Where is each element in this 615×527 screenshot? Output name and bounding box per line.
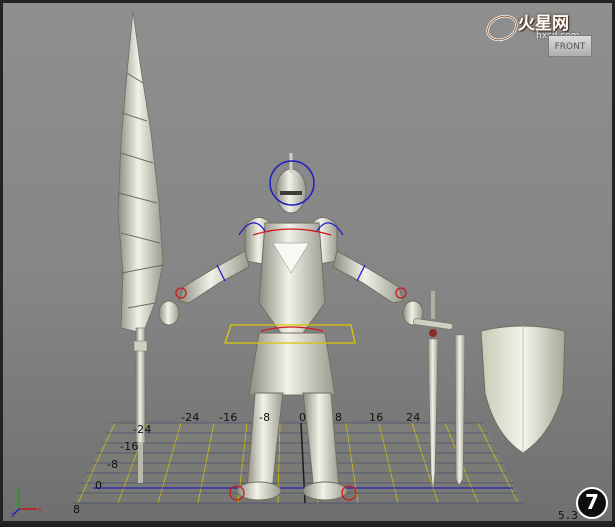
x-tick-label: 8 [335, 411, 343, 424]
y-tick-label: 8 [73, 503, 81, 516]
y-tick-label: -24 [133, 423, 152, 436]
svg-text:x: x [38, 506, 42, 513]
x-tick-label: -16 [219, 411, 238, 424]
scabbard-model[interactable] [454, 334, 466, 486]
viewcube-face-label[interactable]: FRONT [548, 35, 592, 57]
x-tick-label: -8 [259, 411, 271, 424]
viewcube-icon[interactable]: FRONT [548, 33, 592, 63]
scene-canvas[interactable] [3, 3, 615, 527]
axis-tripod-icon: y x z [11, 487, 42, 517]
y-tick-label: -8 [107, 458, 119, 471]
x-tick-label: 16 [369, 411, 384, 424]
coordinate-readout: 5.3 [558, 509, 578, 522]
shield-model[interactable] [480, 325, 566, 454]
3d-viewport[interactable]: -24 -16 -8 0 8 16 24 -24 -16 -8 0 8 火星网 … [0, 0, 615, 524]
x-tick-label: 0 [299, 411, 307, 424]
x-tick-label: -24 [181, 411, 200, 424]
svg-text:z: z [11, 512, 14, 517]
hxsd-logo-icon [486, 14, 518, 42]
lance-model[interactable] [117, 10, 164, 483]
step-number-badge: 7 [576, 487, 608, 519]
y-tick-label: -16 [120, 440, 139, 453]
svg-text:y: y [17, 487, 21, 493]
y-tick-label: 0 [95, 479, 103, 492]
x-tick-label: 24 [406, 411, 421, 424]
